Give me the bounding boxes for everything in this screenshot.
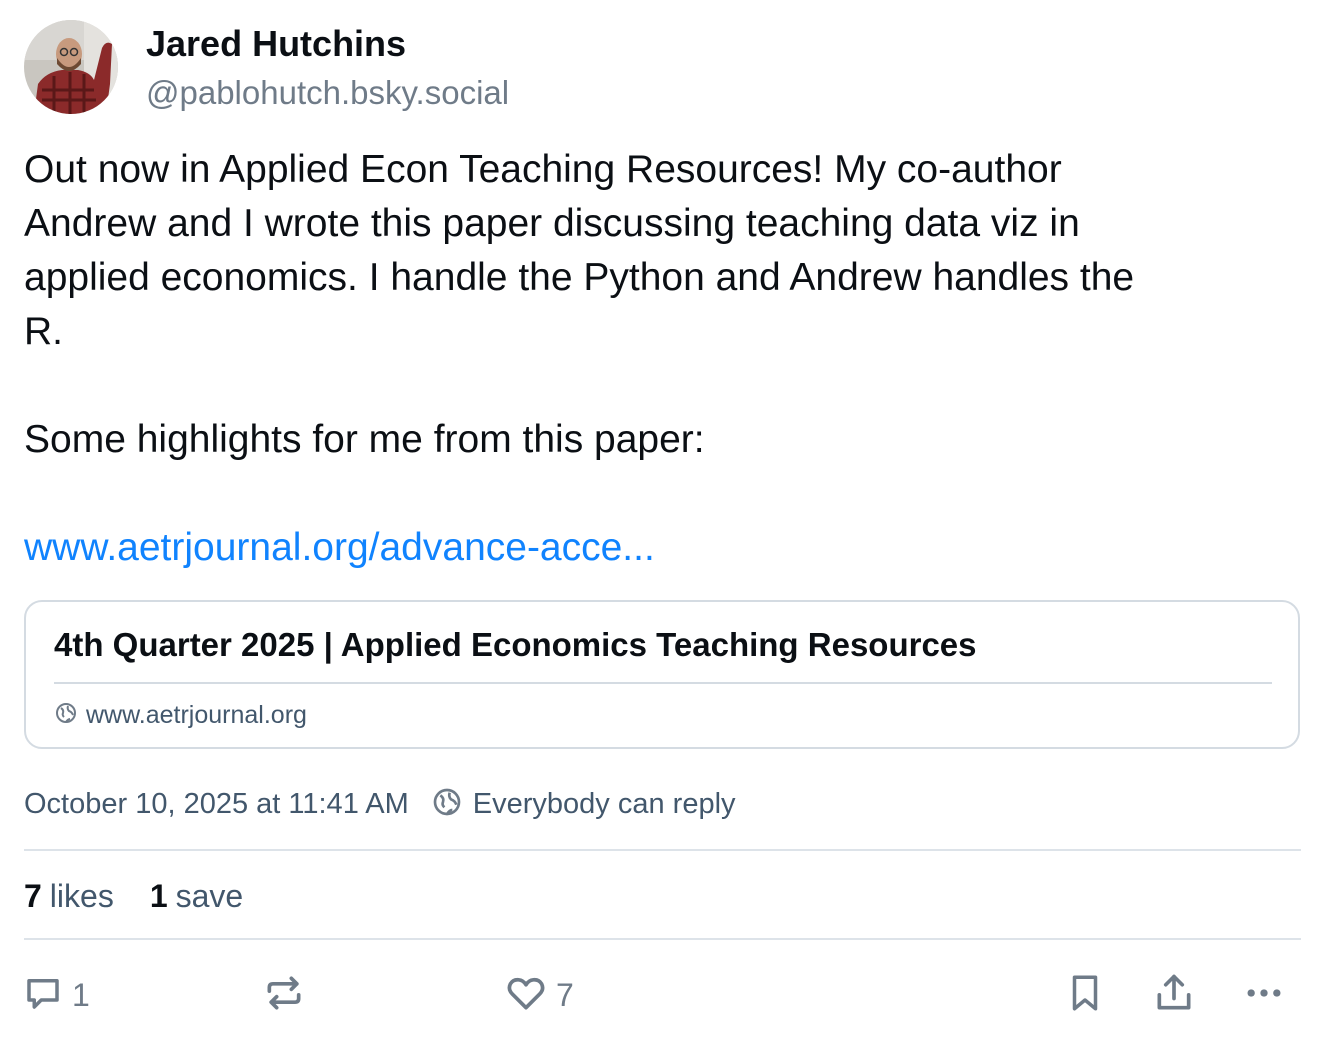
like-button[interactable]: 7 <box>504 970 574 1020</box>
post-text-line: applied economics. I handle the Python a… <box>24 256 1135 299</box>
author-handle[interactable]: @pablohutch.bsky.social <box>146 72 509 114</box>
more-options-button[interactable] <box>1240 970 1288 1020</box>
avatar[interactable] <box>24 20 118 114</box>
author-name[interactable]: Jared Hutchins <box>146 22 406 66</box>
embed-domain-row: www.aetrjournal.org <box>54 698 307 732</box>
saves-stat[interactable]: 1 save <box>150 878 243 915</box>
globe-icon <box>431 786 463 823</box>
repost-icon <box>262 971 306 1020</box>
divider <box>24 849 1301 851</box>
post-text-line: Out now in Applied Econ Teaching Resourc… <box>24 148 1062 191</box>
post-text-line: Andrew and I wrote this paper discussing… <box>24 202 1080 245</box>
post-link[interactable]: www.aetrjournal.org/advance-acce... <box>24 526 655 569</box>
likes-count: 7 <box>24 877 42 914</box>
reply-count: 1 <box>72 976 90 1013</box>
globe-icon <box>54 701 78 730</box>
post-stats: 7 likes 1 save <box>24 874 243 918</box>
share-button[interactable] <box>1152 970 1196 1020</box>
post-text: Out now in Applied Econ Teaching Resourc… <box>24 143 1300 575</box>
repost-button[interactable] <box>262 970 306 1020</box>
embed-divider <box>54 682 1272 684</box>
embed-title: 4th Quarter 2025 | Applied Economics Tea… <box>54 626 977 663</box>
post-text-line: R. <box>24 310 63 353</box>
likes-stat[interactable]: 7 likes <box>24 878 114 915</box>
bookmark-icon <box>1064 972 1106 1019</box>
reply-button[interactable]: 1 <box>22 970 90 1020</box>
heart-icon <box>504 971 548 1020</box>
saves-count: 1 <box>149 877 168 914</box>
share-icon <box>1152 971 1196 1020</box>
reply-setting-label: Everybody can reply <box>472 787 736 820</box>
more-icon <box>1240 971 1288 1020</box>
like-count: 7 <box>556 976 574 1013</box>
post-meta: October 10, 2025 at 11:41 AM Everybody c… <box>24 784 736 824</box>
post-text-line: Some highlights for me from this paper: <box>24 418 705 461</box>
reply-setting[interactable]: Everybody can reply <box>431 786 736 823</box>
link-embed-card[interactable]: 4th Quarter 2025 | Applied Economics Tea… <box>24 600 1300 749</box>
divider <box>24 938 1301 940</box>
bookmark-button[interactable] <box>1064 970 1106 1020</box>
reply-icon <box>22 972 64 1019</box>
post-timestamp[interactable]: October 10, 2025 at 11:41 AM <box>24 788 409 821</box>
saves-label: save <box>175 877 244 914</box>
likes-label: likes <box>49 877 114 914</box>
embed-domain: www.aetrjournal.org <box>86 700 307 729</box>
